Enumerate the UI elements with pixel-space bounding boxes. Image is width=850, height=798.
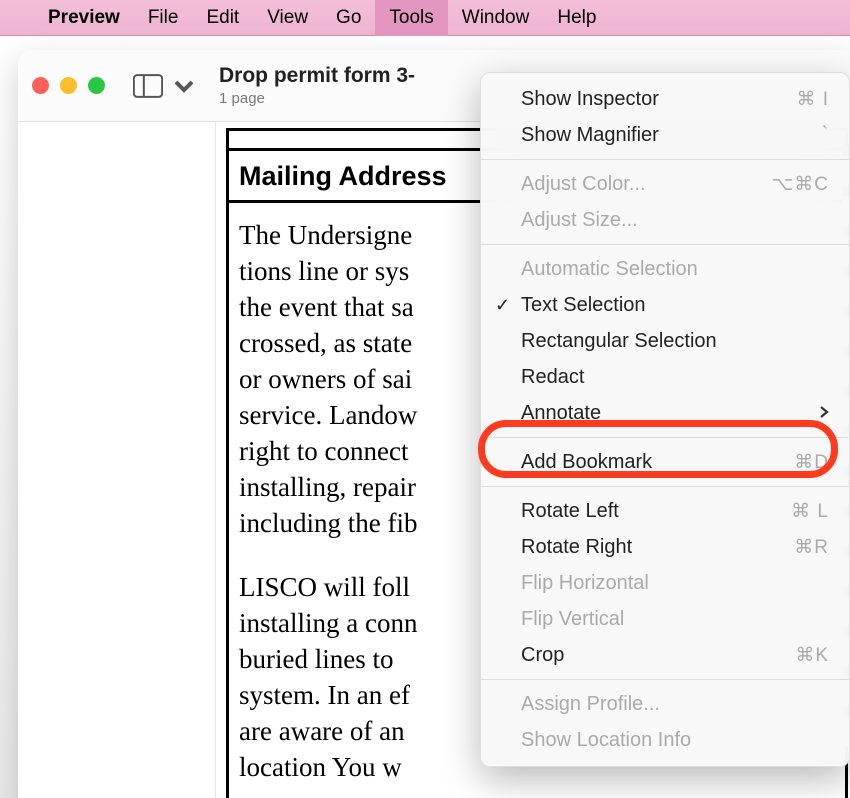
close-button[interactable]: [32, 77, 49, 94]
sidebar-icon: [133, 74, 163, 98]
document-title: Drop permit form 3-: [219, 64, 415, 88]
sidebar-toggle-button[interactable]: [133, 74, 199, 98]
menu-item-assign-profile: Assign Profile...: [481, 686, 849, 722]
menu-item-redact[interactable]: Redact: [481, 359, 849, 395]
left-gutter: [18, 122, 216, 798]
menu-item-crop[interactable]: Crop⌘K: [481, 637, 849, 673]
fullscreen-button[interactable]: [88, 77, 105, 94]
menu-edit[interactable]: Edit: [192, 0, 253, 36]
shortcut: ⌘ I: [796, 88, 829, 111]
checkmark-icon: ✓: [495, 295, 510, 316]
menu-item-add-bookmark[interactable]: Add Bookmark⌘D: [481, 444, 849, 480]
minimize-button[interactable]: [60, 77, 77, 94]
menu-separator: [481, 244, 849, 245]
menu-separator: [481, 679, 849, 680]
menu-item-automatic-selection: Automatic Selection: [481, 251, 849, 287]
menu-item-show-location: Show Location Info: [481, 722, 849, 758]
menu-view[interactable]: View: [253, 0, 322, 36]
chevron-down-icon: [169, 74, 199, 98]
menu-separator: [481, 159, 849, 160]
window-controls: [32, 77, 105, 94]
document-subtitle: 1 page: [219, 90, 415, 107]
main-area: Drop permit form 3- 1 page Mailing Addre…: [0, 36, 850, 798]
shortcut: `: [822, 124, 829, 146]
title-block: Drop permit form 3- 1 page: [219, 64, 415, 107]
menu-tools[interactable]: Tools: [375, 0, 447, 36]
menu-item-annotate[interactable]: Annotate: [481, 395, 849, 431]
chevron-right-icon: [819, 402, 829, 425]
menu-window[interactable]: Window: [448, 0, 544, 36]
menu-item-flip-vertical: Flip Vertical: [481, 601, 849, 637]
menu-help[interactable]: Help: [543, 0, 610, 36]
menu-item-adjust-color: Adjust Color...⌥⌘C: [481, 166, 849, 202]
shortcut: ⌘ L: [791, 500, 829, 523]
menu-app[interactable]: Preview: [34, 0, 134, 36]
shortcut: ⌘K: [795, 644, 829, 667]
tools-menu: Show Inspector⌘ I Show Magnifier` Adjust…: [480, 72, 850, 767]
menu-go[interactable]: Go: [322, 0, 375, 36]
menubar: Preview File Edit View Go Tools Window H…: [0, 0, 850, 36]
menu-separator: [481, 486, 849, 487]
menu-item-flip-horizontal: Flip Horizontal: [481, 565, 849, 601]
shortcut: ⌘D: [794, 451, 829, 474]
menu-item-rotate-right[interactable]: Rotate Right⌘R: [481, 529, 849, 565]
menu-file[interactable]: File: [134, 0, 193, 36]
menu-item-rectangular-selection[interactable]: Rectangular Selection: [481, 323, 849, 359]
menu-separator: [481, 437, 849, 438]
shortcut: ⌘R: [794, 536, 829, 559]
menu-item-rotate-left[interactable]: Rotate Left⌘ L: [481, 493, 849, 529]
menu-item-text-selection[interactable]: ✓Text Selection: [481, 287, 849, 323]
menu-item-adjust-size: Adjust Size...: [481, 202, 849, 238]
shortcut: ⌥⌘C: [771, 173, 829, 196]
menu-item-show-inspector[interactable]: Show Inspector⌘ I: [481, 81, 849, 117]
menu-item-show-magnifier[interactable]: Show Magnifier`: [481, 117, 849, 153]
